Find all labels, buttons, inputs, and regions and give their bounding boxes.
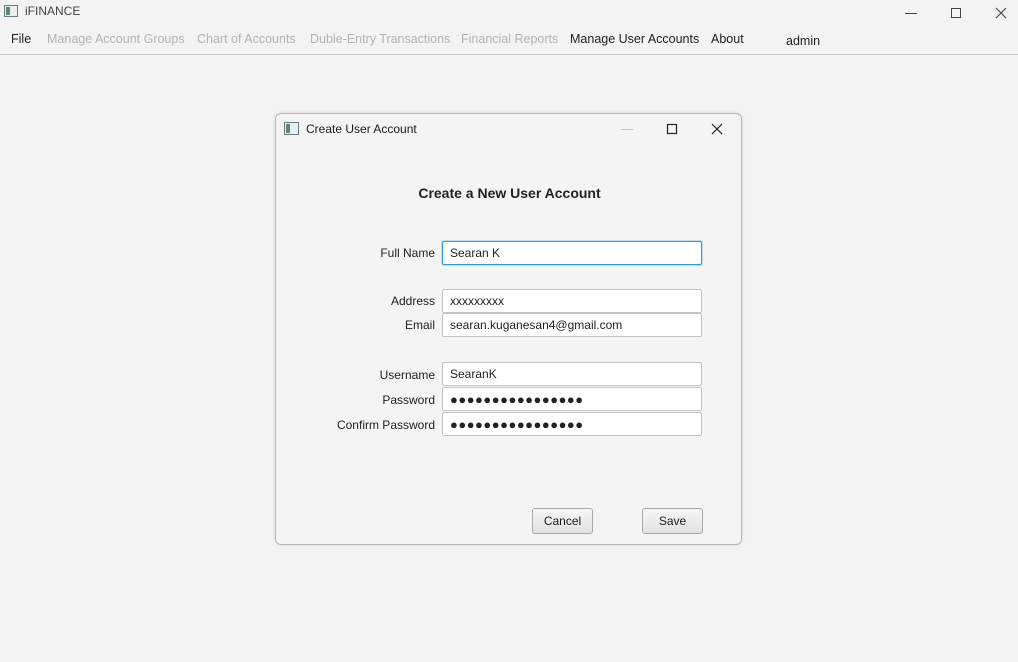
maximize-icon — [950, 8, 961, 18]
password-label: Password — [382, 393, 435, 407]
confirm-password-label: Confirm Password — [336, 418, 435, 432]
dialog-maximize-button[interactable] — [652, 116, 692, 142]
dialog-title: Create User Account — [306, 122, 417, 136]
menu-file[interactable]: File — [11, 32, 31, 46]
menu-bar: File Manage Account Groups Chart of Acco… — [0, 26, 1018, 55]
minimize-button[interactable] — [888, 0, 933, 26]
full-name-field[interactable] — [442, 241, 702, 265]
app-title-bar: iFINANCE — [0, 0, 1018, 26]
save-button[interactable]: Save — [642, 508, 703, 534]
password-field[interactable] — [442, 387, 702, 411]
app-title: iFINANCE — [25, 4, 81, 18]
dialog-close-button[interactable] — [697, 116, 737, 142]
username-label: Username — [379, 368, 435, 382]
menu-manage-account-groups[interactable]: Manage Account Groups — [47, 32, 185, 46]
dialog-window-icon — [284, 122, 299, 135]
menu-double-entry-transactions[interactable]: Duble-Entry Transactions — [310, 32, 450, 46]
cancel-button[interactable]: Cancel — [532, 508, 593, 534]
menu-chart-of-accounts[interactable]: Chart of Accounts — [197, 32, 296, 46]
form-heading: Create a New User Account — [418, 185, 601, 201]
confirm-password-field[interactable] — [442, 412, 702, 436]
full-name-label: Full Name — [380, 246, 435, 260]
dialog-minimize-button[interactable] — [607, 116, 647, 142]
menu-manage-user-accounts[interactable]: Manage User Accounts — [570, 32, 699, 46]
create-user-dialog: Create User Account Create a New User Ac… — [275, 113, 742, 545]
username-field[interactable] — [442, 362, 702, 386]
close-icon — [995, 7, 1006, 19]
current-user-label: admin — [786, 34, 821, 48]
email-label: Email — [404, 318, 435, 332]
minimize-icon — [904, 13, 917, 14]
minimize-icon — [621, 129, 633, 130]
maximize-icon — [666, 123, 678, 135]
maximize-button[interactable] — [933, 0, 978, 26]
close-button[interactable] — [978, 0, 1018, 26]
address-field[interactable] — [442, 289, 702, 313]
email-field[interactable] — [442, 313, 702, 337]
close-icon — [711, 123, 723, 135]
app-window-icon — [4, 5, 18, 17]
address-label: Address — [390, 294, 435, 308]
menu-financial-reports[interactable]: Financial Reports — [461, 32, 558, 46]
menu-about[interactable]: About — [711, 32, 744, 46]
